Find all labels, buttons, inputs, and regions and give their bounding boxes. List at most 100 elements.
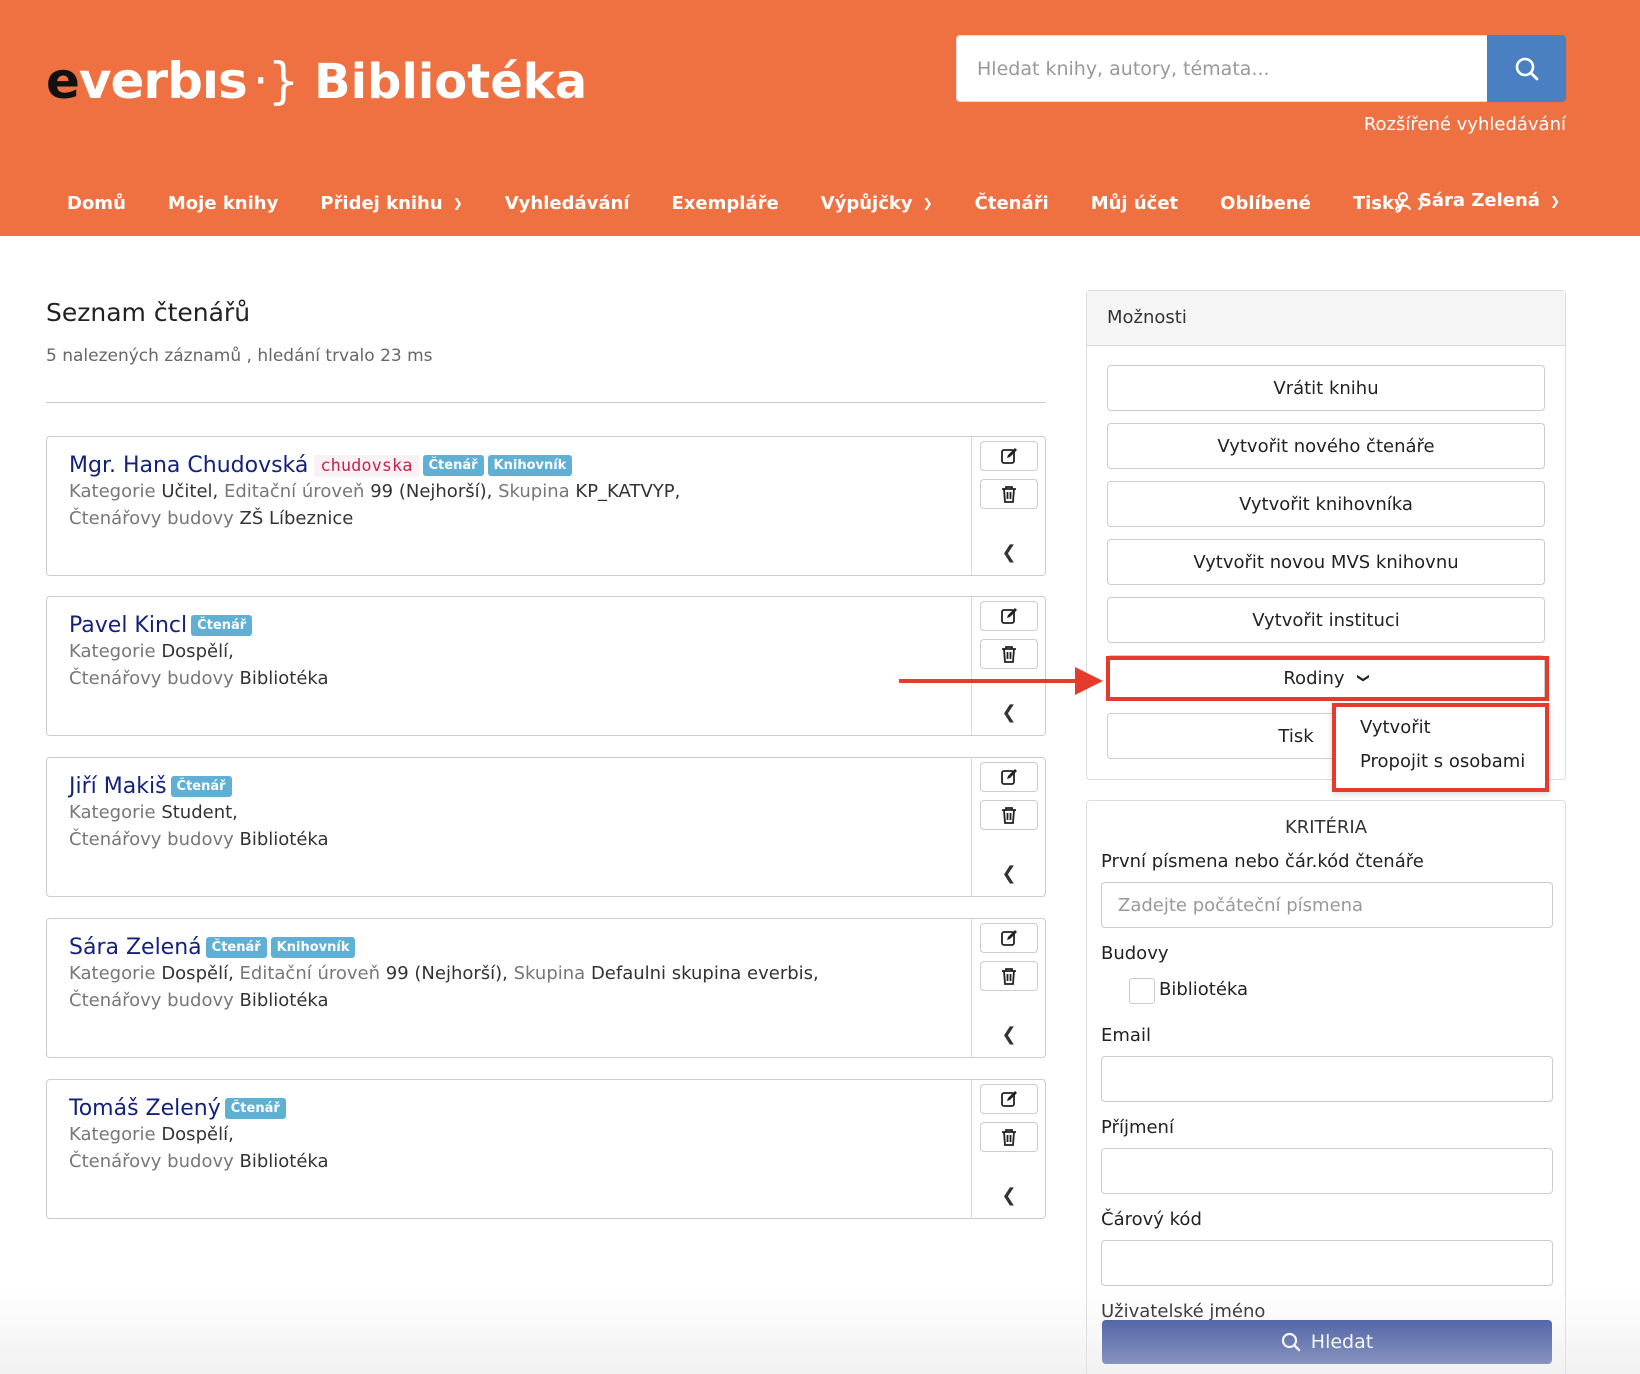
page-title: Seznam čtenářů xyxy=(46,298,251,327)
nav-label: Oblíbené xyxy=(1220,192,1311,214)
reader-card: Mgr. Hana Chudovská chudovska Čtenář Knihov… xyxy=(46,436,1046,576)
reader-card: Sára Zelená Čtenář Knihovník Kategorie Dos… xyxy=(46,918,1046,1058)
create-mvs-library-button[interactable]: Vytvořit novou MVS knihovnu xyxy=(1107,539,1545,585)
chevron-down-icon: ❯ xyxy=(922,196,933,210)
criteria-title: KRITÉRIA xyxy=(1284,817,1368,838)
edit-icon xyxy=(1001,608,1017,624)
menu-item-link-persons[interactable]: Propojit s osobami xyxy=(1360,751,1525,772)
search-input[interactable] xyxy=(957,36,1487,101)
edit-button[interactable] xyxy=(980,923,1038,953)
families-dropdown-menu: Vytvořit Propojit s osobami xyxy=(1332,703,1549,792)
reader-name-link[interactable]: Tomáš Zelený xyxy=(69,1096,221,1121)
field-label: Čtenářovy budovy xyxy=(69,990,234,1011)
field-value: Dospělí, xyxy=(161,1124,234,1145)
user-menu[interactable]: Sára Zelená ❯ xyxy=(1394,190,1560,211)
collapse-button[interactable]: ❮ xyxy=(972,1019,1046,1049)
return-book-button[interactable]: Vrátit knihu xyxy=(1107,365,1545,411)
chevron-left-icon: ❮ xyxy=(1001,541,1017,563)
annotation-highlight xyxy=(1106,656,1549,701)
card-actions: ❮ xyxy=(971,437,1045,575)
edit-button[interactable] xyxy=(980,762,1038,792)
search-icon xyxy=(1515,57,1538,80)
delete-button[interactable] xyxy=(980,1122,1038,1152)
nav-my-account[interactable]: Můj účet xyxy=(1091,193,1178,214)
reader-name-link[interactable]: Pavel Kincl xyxy=(69,613,187,638)
reader-buildings: Čtenářovy budovy Bibliotéka xyxy=(69,826,965,853)
field-value: ZŠ Líbeznice xyxy=(239,508,354,529)
barcode-field[interactable] xyxy=(1101,1240,1553,1286)
reader-name-link[interactable]: Mgr. Hana Chudovská xyxy=(69,453,308,478)
reader-name-link[interactable]: Jiří Makiš xyxy=(69,774,167,799)
login-badge: chudovska xyxy=(314,455,419,477)
building-checkbox[interactable] xyxy=(1129,978,1155,1004)
options-title: Možnosti xyxy=(1087,291,1565,346)
nav-add-book[interactable]: Přidej knihu ❯ xyxy=(320,193,462,214)
field-value: Bibliotéka xyxy=(239,668,329,689)
delete-button[interactable] xyxy=(980,961,1038,991)
reader-buildings: Čtenářovy budovy ZŠ Líbeznice xyxy=(69,505,965,532)
advanced-search-link[interactable]: Rozšířené vyhledávání xyxy=(1364,114,1566,135)
surname-label: Příjmení xyxy=(1101,1117,1174,1138)
edit-icon xyxy=(1001,930,1017,946)
print-label: Tisk xyxy=(1278,725,1314,747)
email-label: Email xyxy=(1101,1025,1151,1046)
nav-label: Domů xyxy=(67,192,126,214)
delete-button[interactable] xyxy=(980,800,1038,830)
field-label: Čtenářovy budovy xyxy=(69,829,234,850)
divider xyxy=(46,402,1046,403)
nav-copies[interactable]: Exempláře xyxy=(672,193,779,214)
field-label: Skupina xyxy=(513,963,586,984)
search-button[interactable] xyxy=(1487,35,1566,102)
collapse-button[interactable]: ❮ xyxy=(972,858,1046,888)
username-label: Uživatelské jméno xyxy=(1101,1301,1266,1322)
delete-button[interactable] xyxy=(980,639,1038,669)
reader-details: Kategorie Dospělí, Editační úroveň 99 (N… xyxy=(69,960,965,987)
trash-icon xyxy=(1002,1129,1016,1146)
reader-card: Tomáš Zelený Čtenář Kategorie Dospělí, Čt… xyxy=(46,1079,1046,1219)
global-search xyxy=(956,35,1488,102)
nav-loans[interactable]: Výpůjčky ❯ xyxy=(821,193,933,214)
trash-icon xyxy=(1002,646,1016,663)
role-badge: Čtenář xyxy=(422,455,484,476)
create-reader-button[interactable]: Vytvořit nového čtenáře xyxy=(1107,423,1545,469)
edit-button[interactable] xyxy=(980,1084,1038,1114)
create-institution-button[interactable]: Vytvořit instituci xyxy=(1107,597,1545,643)
reader-name-link[interactable]: Sára Zelená xyxy=(69,935,202,960)
collapse-button[interactable]: ❮ xyxy=(972,537,1046,567)
chevron-left-icon: ❮ xyxy=(1001,1023,1017,1045)
annotation-arrow xyxy=(899,679,1079,683)
card-actions: ❮ xyxy=(971,1080,1045,1218)
edit-icon xyxy=(1001,769,1017,785)
reader-card: Pavel Kincl Čtenář Kategorie Dospělí, Čte… xyxy=(46,596,1046,736)
trash-icon xyxy=(1002,807,1016,824)
first-letters-label: První písmena nebo čár.kód čtenáře xyxy=(1101,851,1424,872)
nav-favorites[interactable]: Oblíbené xyxy=(1220,193,1311,214)
nav-label: Přidej knihu xyxy=(320,192,443,214)
menu-item-create[interactable]: Vytvořit xyxy=(1360,717,1431,738)
edit-icon xyxy=(1001,448,1017,464)
card-actions: ❮ xyxy=(971,919,1045,1057)
nav-my-books[interactable]: Moje knihy xyxy=(168,193,278,214)
buildings-label: Budovy xyxy=(1101,943,1169,964)
create-librarian-button[interactable]: Vytvořit knihovníka xyxy=(1107,481,1545,527)
nav-home[interactable]: Domů xyxy=(67,193,126,214)
field-value: Bibliotéka xyxy=(239,829,329,850)
delete-button[interactable] xyxy=(980,479,1038,509)
surname-field[interactable] xyxy=(1101,1148,1553,1194)
collapse-button[interactable]: ❮ xyxy=(972,1180,1046,1210)
edit-button[interactable] xyxy=(980,441,1038,471)
field-value: 99 (Nejhorší), xyxy=(370,481,493,502)
nav-search[interactable]: Vyhledávání xyxy=(505,193,630,214)
field-value: KP_KATVYP, xyxy=(575,481,681,502)
field-value: Student, xyxy=(161,802,238,823)
edit-button[interactable] xyxy=(980,601,1038,631)
everbis-logo[interactable]: everbıs ·} xyxy=(46,52,299,110)
reader-buildings: Čtenářovy budovy Bibliotéka xyxy=(69,1148,965,1175)
nav-readers[interactable]: Čtenáři xyxy=(975,193,1049,214)
first-letters-input[interactable] xyxy=(1101,882,1553,928)
collapse-button[interactable]: ❮ xyxy=(972,697,1046,727)
reader-details: Kategorie Student, xyxy=(69,799,965,826)
criteria-search-button[interactable]: Hledat xyxy=(1102,1320,1552,1364)
barcode-label: Čárový kód xyxy=(1101,1209,1202,1230)
email-field[interactable] xyxy=(1101,1056,1553,1102)
